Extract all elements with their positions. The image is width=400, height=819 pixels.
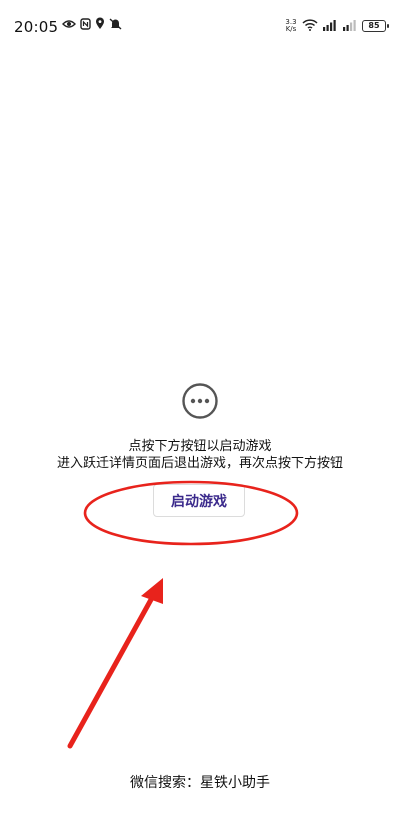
annotation-arrow-line — [67, 593, 156, 749]
eye-icon — [62, 18, 76, 30]
net-speed: 3.3 K/s — [284, 18, 298, 33]
signal-icon — [322, 16, 338, 35]
wechat-search-hint: 微信搜索：星铁小助手 — [130, 775, 270, 791]
more-horizontal-icon — [181, 382, 219, 420]
location-icon — [95, 17, 105, 30]
wifi-icon — [302, 16, 318, 35]
annotation-arrow-head — [141, 578, 163, 604]
battery-icon: 85 — [362, 19, 389, 32]
net-speed-unit: K/s — [285, 24, 297, 33]
instruction-line-2: 进入跃迁详情页面后退出游戏，再次点按下方按钮 — [56, 456, 343, 471]
signal-icon — [342, 16, 358, 35]
status-bar: 20:05 3.3 K/s 85 — [0, 0, 400, 44]
status-time: 20:05 — [14, 18, 59, 36]
mute-icon — [109, 17, 122, 30]
nfc-icon — [80, 17, 91, 30]
battery-level: 85 — [368, 21, 380, 30]
status-right-icons: 3.3 K/s 85 — [284, 16, 389, 35]
status-left-icons — [62, 17, 122, 30]
start-game-button[interactable]: 启动游戏 — [153, 484, 245, 517]
